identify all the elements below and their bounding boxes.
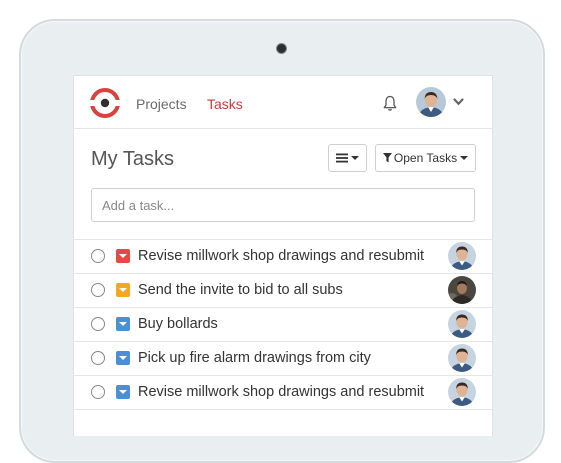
priority-dropdown-icon[interactable]: [116, 351, 130, 365]
filter-icon: [382, 153, 392, 163]
caret-down-icon: [460, 156, 469, 160]
caret-down-icon: [351, 156, 359, 160]
task-list: Revise millwork shop drawings and resubm…: [74, 239, 492, 410]
task-title[interactable]: Revise millwork shop drawings and resubm…: [138, 384, 424, 401]
assignee-avatar[interactable]: [448, 378, 476, 406]
camera-icon: [276, 43, 287, 54]
task-row[interactable]: Buy bollards: [74, 307, 492, 341]
assignee-avatar[interactable]: [448, 344, 476, 372]
task-row[interactable]: Pick up fire alarm drawings from city: [74, 341, 492, 375]
add-task-input[interactable]: [91, 188, 475, 222]
nav-tasks[interactable]: Tasks: [207, 96, 243, 112]
bell-icon[interactable]: [382, 95, 398, 112]
task-row[interactable]: Revise millwork shop drawings and resubm…: [74, 239, 492, 273]
task-title[interactable]: Pick up fire alarm drawings from city: [138, 350, 371, 367]
priority-dropdown-icon[interactable]: [116, 249, 130, 263]
priority-dropdown-icon[interactable]: [116, 385, 130, 399]
app-screen: Projects Tasks My Tasks Open Tasks Add a…: [73, 75, 493, 436]
chevron-down-icon[interactable]: [453, 98, 464, 106]
priority-dropdown-icon[interactable]: [116, 283, 130, 297]
task-complete-checkbox[interactable]: [91, 385, 105, 399]
task-row[interactable]: Revise millwork shop drawings and resubm…: [74, 375, 492, 410]
task-complete-checkbox[interactable]: [91, 249, 105, 263]
list-icon: [336, 153, 348, 163]
nav-projects[interactable]: Projects: [136, 96, 187, 112]
task-title[interactable]: Buy bollards: [138, 316, 218, 333]
task-title[interactable]: Send the invite to bid to all subs: [138, 282, 343, 299]
priority-dropdown-icon[interactable]: [116, 317, 130, 331]
task-complete-checkbox[interactable]: [91, 351, 105, 365]
task-complete-checkbox[interactable]: [91, 317, 105, 331]
task-title[interactable]: Revise millwork shop drawings and resubm…: [138, 248, 424, 265]
task-row[interactable]: Send the invite to bid to all subs: [74, 273, 492, 307]
task-filter-dropdown[interactable]: Open Tasks: [375, 144, 476, 172]
assignee-avatar[interactable]: [448, 242, 476, 270]
page-title: My Tasks: [91, 148, 174, 170]
user-avatar[interactable]: [416, 87, 446, 117]
filter-label: Open Tasks: [393, 151, 458, 165]
assignee-avatar[interactable]: [448, 276, 476, 304]
app-logo-icon[interactable]: [89, 87, 121, 119]
top-navbar: Projects Tasks: [74, 76, 492, 129]
assignee-avatar[interactable]: [448, 310, 476, 338]
list-view-dropdown-button[interactable]: [328, 144, 367, 172]
task-complete-checkbox[interactable]: [91, 283, 105, 297]
